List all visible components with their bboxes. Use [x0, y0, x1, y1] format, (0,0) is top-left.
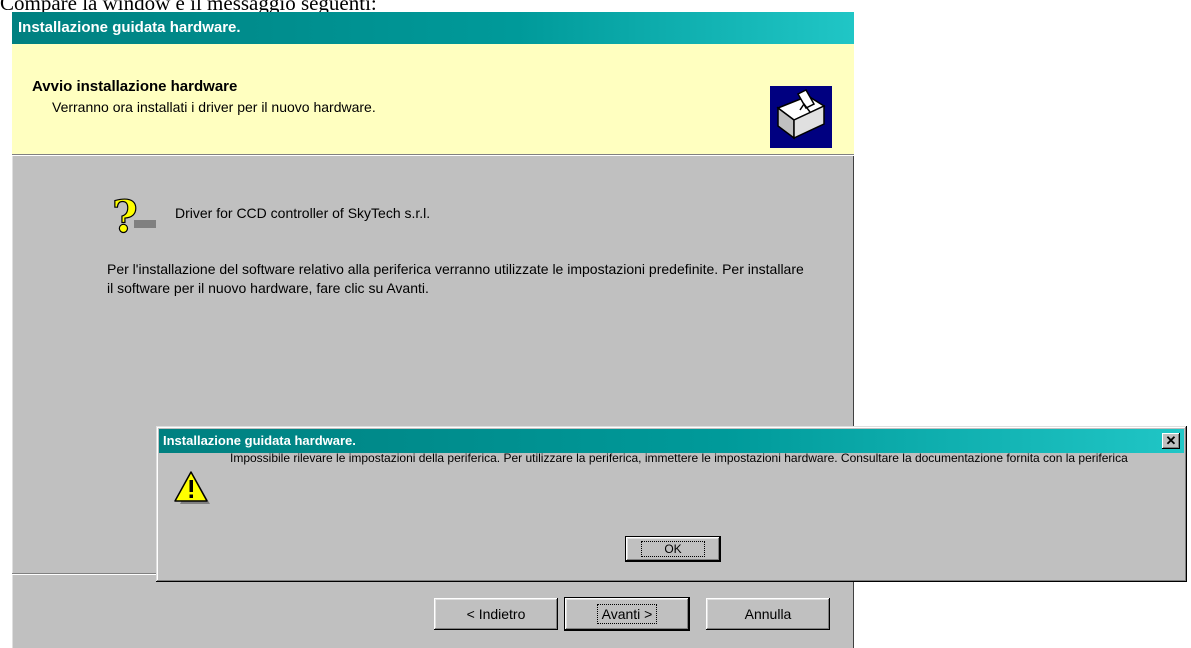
- error-dialog: Installazione guidata hardware. ✕ Imposs…: [156, 426, 1187, 582]
- cancel-button-label: Annulla: [744, 606, 792, 622]
- header-subtitle: Verranno ora installati i driver per il …: [52, 99, 376, 115]
- device-name: Driver for CCD controller of SkyTech s.r…: [175, 205, 431, 221]
- svg-text:?: ?: [112, 192, 138, 240]
- hardware-install-icon: [770, 86, 832, 148]
- ok-button[interactable]: OK: [626, 537, 720, 561]
- back-button-label: Indietro: [478, 606, 526, 622]
- dialog-message: Impossibile rilevare le impostazioni del…: [230, 451, 1128, 465]
- back-button-arrow: <: [466, 606, 479, 622]
- close-icon[interactable]: ✕: [1162, 433, 1180, 449]
- next-button-label: Avanti: [601, 606, 641, 622]
- next-button-focus: Avanti >: [596, 604, 658, 624]
- ok-button-focus: OK: [641, 541, 705, 557]
- wizard-body-text: Per l'installazione del software relativ…: [107, 261, 804, 296]
- next-button[interactable]: Avanti >: [565, 598, 689, 630]
- wizard-header: Avvio installazione hardware Verranno or…: [12, 44, 854, 155]
- header-title: Avvio installazione hardware: [32, 78, 238, 95]
- warning-icon: [174, 471, 210, 504]
- dialog-title: Installazione guidata hardware.: [163, 433, 356, 448]
- wizard-titlebar[interactable]: Installazione guidata hardware.: [12, 12, 854, 44]
- question-icon: ?: [111, 191, 156, 240]
- wizard-title: Installazione guidata hardware.: [18, 19, 241, 36]
- cancel-button[interactable]: Annulla: [706, 598, 830, 630]
- page-caption: Compare la window e il messaggio seguent…: [0, 0, 377, 15]
- next-button-arrow: >: [640, 606, 653, 622]
- ok-button-label: OK: [664, 542, 682, 556]
- back-button[interactable]: < Indietro: [434, 598, 558, 630]
